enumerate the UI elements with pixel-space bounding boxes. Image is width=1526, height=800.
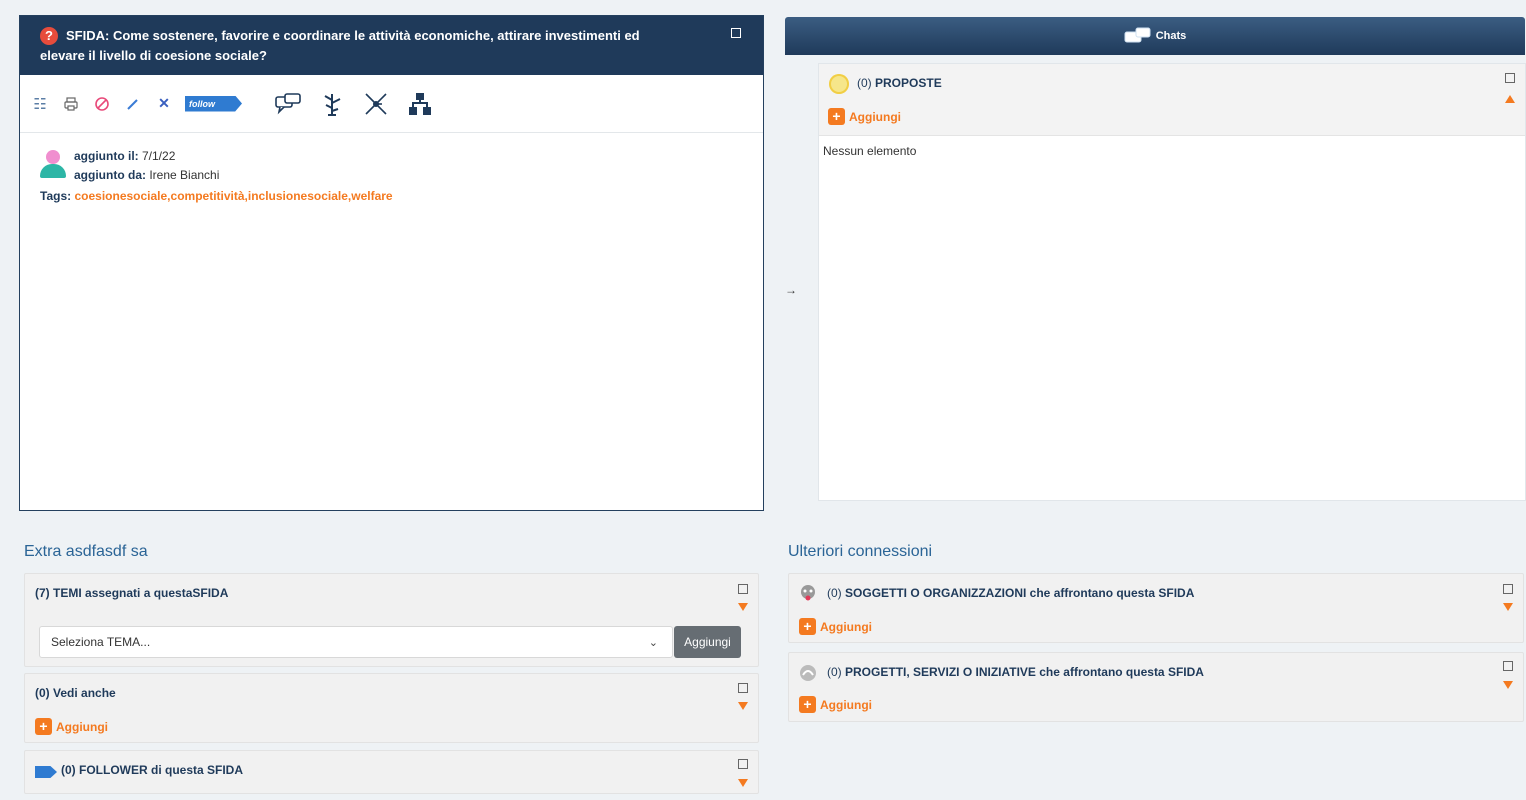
challenge-panel: ? SFIDA: Come sostenere, favorire e coor… [19, 15, 764, 511]
question-icon: ? [40, 27, 58, 45]
chat-icon[interactable] [274, 90, 302, 118]
challenge-meta: aggiunto il: 7/1/22 aggiunto da: Irene B… [20, 133, 763, 203]
pencil-icon[interactable] [123, 94, 143, 114]
follower-card: (0) FOLLOWER di questa SFIDA [24, 750, 759, 794]
arrow-right-icon: → [785, 283, 797, 297]
expand-arrow-icon[interactable] [1503, 681, 1513, 689]
popout-icon[interactable] [738, 759, 748, 769]
vedi-anche-add-link[interactable]: + Aggiungi [35, 718, 108, 735]
chats-tab[interactable]: Chats [785, 17, 1525, 55]
expand-arrow-icon[interactable] [1503, 603, 1513, 611]
chats-label: Chats [1155, 30, 1187, 42]
popout-icon[interactable] [738, 683, 748, 693]
popout-icon[interactable] [738, 584, 748, 594]
popout-icon[interactable] [1505, 73, 1515, 83]
tag-links[interactable]: coesionesociale,competitività,inclusione… [74, 189, 392, 203]
popout-icon[interactable] [1503, 584, 1513, 594]
progetti-card: (0) PROGETTI, SERVIZI O INIZIATIVE che a… [788, 652, 1524, 722]
chevron-down-icon: ⌄ [648, 637, 658, 649]
list-icon[interactable]: ☷ [30, 94, 50, 114]
lightbulb-icon [829, 74, 849, 94]
collapse-arrow-icon[interactable] [1505, 95, 1515, 103]
network-icon[interactable] [362, 90, 390, 118]
added-by: aggiunto da: Irene Bianchi [74, 168, 220, 182]
organization-icon [801, 585, 815, 601]
challenge-header: ? SFIDA: Come sostenere, favorire e coor… [20, 16, 763, 75]
stop-icon[interactable] [92, 94, 112, 114]
proposte-header: (0) PROPOSTE + Aggiungi [819, 64, 1525, 136]
close-icon[interactable]: ✕ [154, 94, 174, 114]
hierarchy-icon[interactable] [406, 90, 434, 118]
tema-select[interactable]: Seleziona TEMA... ⌄ [39, 626, 673, 658]
popout-icon[interactable] [731, 28, 741, 38]
plus-icon: + [828, 108, 845, 125]
challenge-title: SFIDA: Come sostenere, favorire e coordi… [40, 28, 640, 63]
proposte-title[interactable]: (0) PROPOSTE [857, 76, 942, 90]
vedi-anche-card: (0) Vedi anche + Aggiungi [24, 673, 759, 743]
plus-icon: + [799, 696, 816, 713]
temi-card: (7) TEMI assegnati a questaSFIDA Selezio… [24, 573, 759, 667]
tree-icon[interactable] [318, 90, 346, 118]
progetti-title[interactable]: (0) PROGETTI, SERVIZI O INIZIATIVE che a… [827, 665, 1204, 679]
avatar [40, 150, 66, 178]
follower-title[interactable]: (0) FOLLOWER di questa SFIDA [61, 763, 243, 777]
vedi-anche-title[interactable]: (0) Vedi anche [35, 686, 116, 700]
proposte-add-link[interactable]: + Aggiungi [828, 108, 901, 125]
tags: Tags: coesionesociale,competitività,incl… [40, 189, 393, 203]
expand-arrow-icon[interactable] [738, 603, 748, 611]
soggetti-card: (0) SOGGETTI O ORGANIZZAZIONI che affron… [788, 573, 1524, 643]
connections-section-title: Ulteriori connessioni [788, 543, 933, 560]
extra-section-title: Extra asdfasdf sa [24, 543, 148, 560]
progetti-add-link[interactable]: + Aggiungi [799, 696, 872, 713]
empty-message: Nessun elemento [823, 144, 917, 158]
follow-arrow-icon [35, 766, 57, 778]
add-tema-button[interactable]: Aggiungi [674, 626, 741, 658]
expand-arrow-icon[interactable] [738, 779, 748, 787]
print-icon[interactable] [61, 94, 81, 114]
soggetti-add-link[interactable]: + Aggiungi [799, 618, 872, 635]
soggetti-title[interactable]: (0) SOGGETTI O ORGANIZZAZIONI che affron… [827, 586, 1194, 600]
challenge-toolbar: ☷ ✕ follow [20, 75, 763, 133]
plus-icon: + [35, 718, 52, 735]
proposte-panel: (0) PROPOSTE + Aggiungi Nessun elemento [818, 63, 1526, 501]
expand-arrow-icon[interactable] [738, 702, 748, 710]
added-on: aggiunto il: 7/1/22 [74, 149, 176, 163]
follow-button[interactable]: follow [185, 95, 242, 112]
popout-icon[interactable] [1503, 661, 1513, 671]
project-icon [800, 665, 816, 681]
chat-icon [1124, 27, 1151, 43]
temi-title[interactable]: (7) TEMI assegnati a questaSFIDA [35, 586, 228, 600]
plus-icon: + [799, 618, 816, 635]
